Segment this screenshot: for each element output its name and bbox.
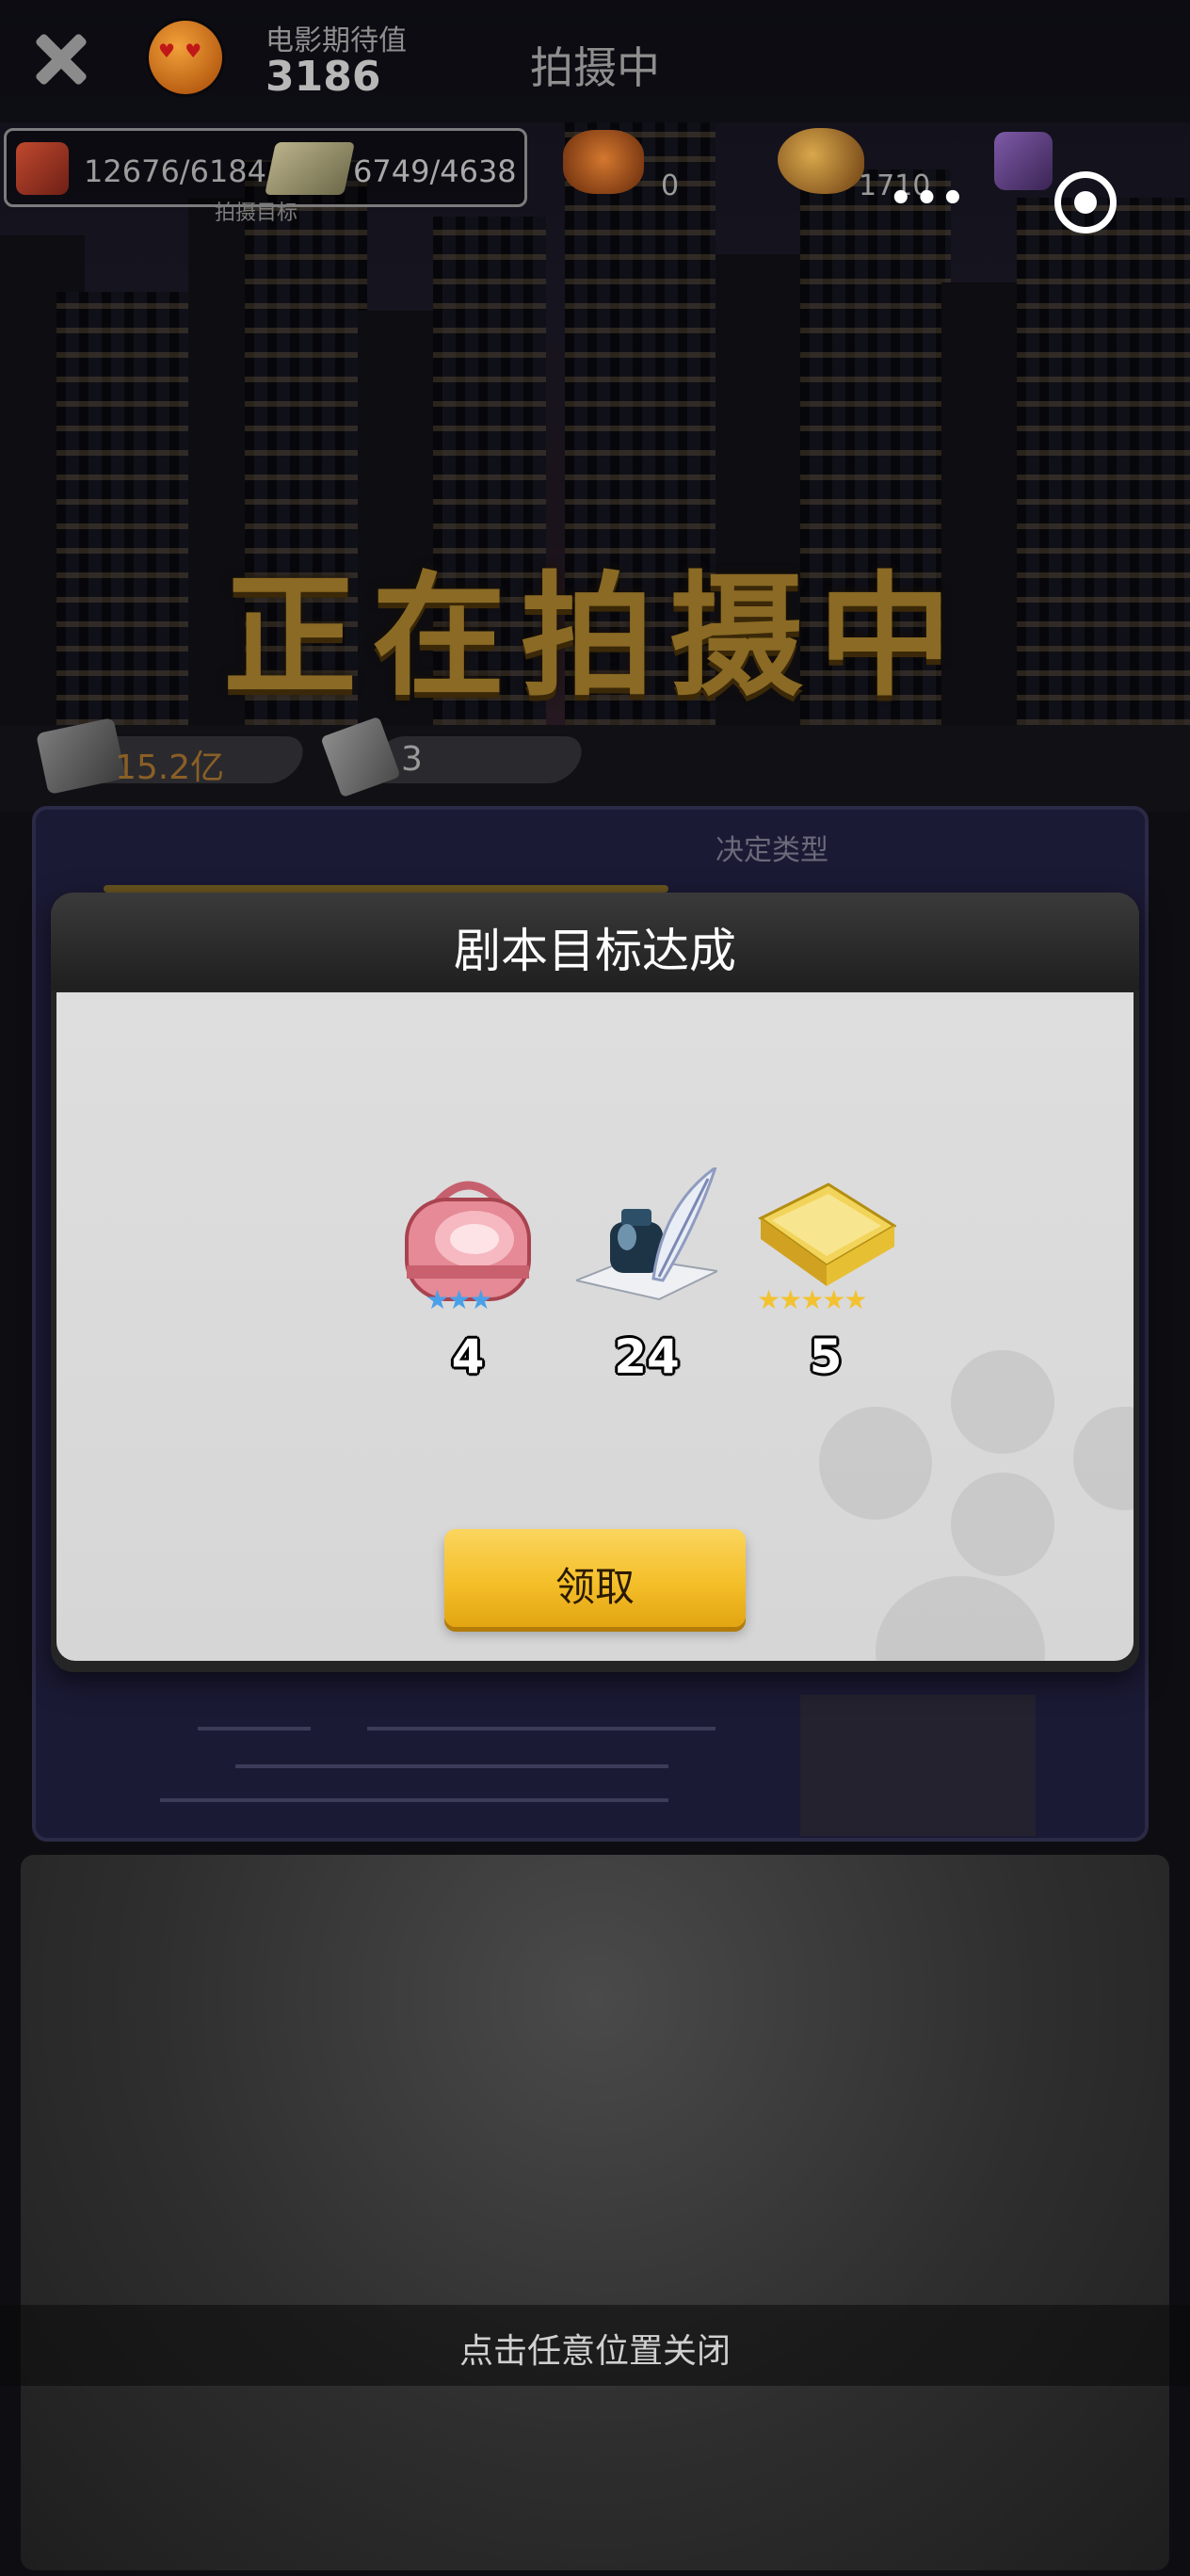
money-value: 15.2亿: [115, 749, 225, 787]
reward-item[interactable]: 24: [557, 1167, 717, 1393]
decor-bubble: [951, 1473, 1054, 1576]
dialog-title: 剧本目标达成: [454, 924, 736, 978]
close-hint[interactable]: 点击任意位置关闭: [0, 2324, 1190, 2373]
reward-item[interactable]: ★★★★★ 5: [736, 1167, 896, 1393]
reward-count: 4: [451, 1329, 485, 1384]
panel-tab-label: 决定类型: [716, 834, 828, 867]
panel-divider: [104, 885, 668, 893]
claim-button-label: 领取: [555, 1564, 635, 1610]
panel-line: [235, 1764, 668, 1768]
bottom-backdrop: [21, 1855, 1169, 2570]
reward-item[interactable]: ★★★ 4: [378, 1167, 539, 1393]
reward-count: 24: [614, 1329, 680, 1384]
target-icon[interactable]: [1054, 171, 1117, 233]
panel-line: [198, 1727, 311, 1731]
star-rating: ★★★: [426, 1284, 492, 1315]
book-icon: [265, 142, 355, 195]
page-title: 拍摄中: [530, 42, 660, 93]
decor-bubble: [951, 1350, 1054, 1454]
stat-value-2: 6749/4638: [353, 153, 517, 189]
panel-line: [367, 1727, 716, 1731]
reward-dialog: 剧本目标达成 ★★★ 4 24 ★★★★★ 5 领取: [51, 893, 1139, 1672]
reward-count: 5: [809, 1329, 843, 1384]
ink-quill-icon: [576, 1167, 717, 1301]
decor-bubble: [876, 1576, 1045, 1661]
dialog-header: 剧本目标达成: [51, 893, 1139, 990]
palette-icon: [778, 128, 864, 194]
resource-value-1: 0: [661, 169, 680, 202]
film-reel-icon: [16, 142, 69, 195]
panel-line: [160, 1798, 668, 1802]
decor-bubble: [819, 1407, 932, 1520]
dialog-body: ★★★ 4 24 ★★★★★ 5 领取: [56, 992, 1134, 1661]
fire-cloud-icon: [563, 130, 644, 194]
panel-thumbnail: [800, 1695, 1036, 1836]
script-count: 3: [401, 740, 423, 779]
more-options-icon[interactable]: •••: [889, 180, 967, 217]
decor-bubble: [1073, 1407, 1134, 1510]
purple-item-icon: [994, 132, 1053, 190]
filming-goal-caption: 拍摄目标: [215, 201, 298, 225]
star-rating: ★★★★★: [757, 1284, 868, 1315]
claim-button[interactable]: 领取: [444, 1529, 746, 1627]
stat-value-1: 12676/6184: [84, 153, 267, 189]
filming-banner: 正在拍摄中: [223, 558, 967, 715]
